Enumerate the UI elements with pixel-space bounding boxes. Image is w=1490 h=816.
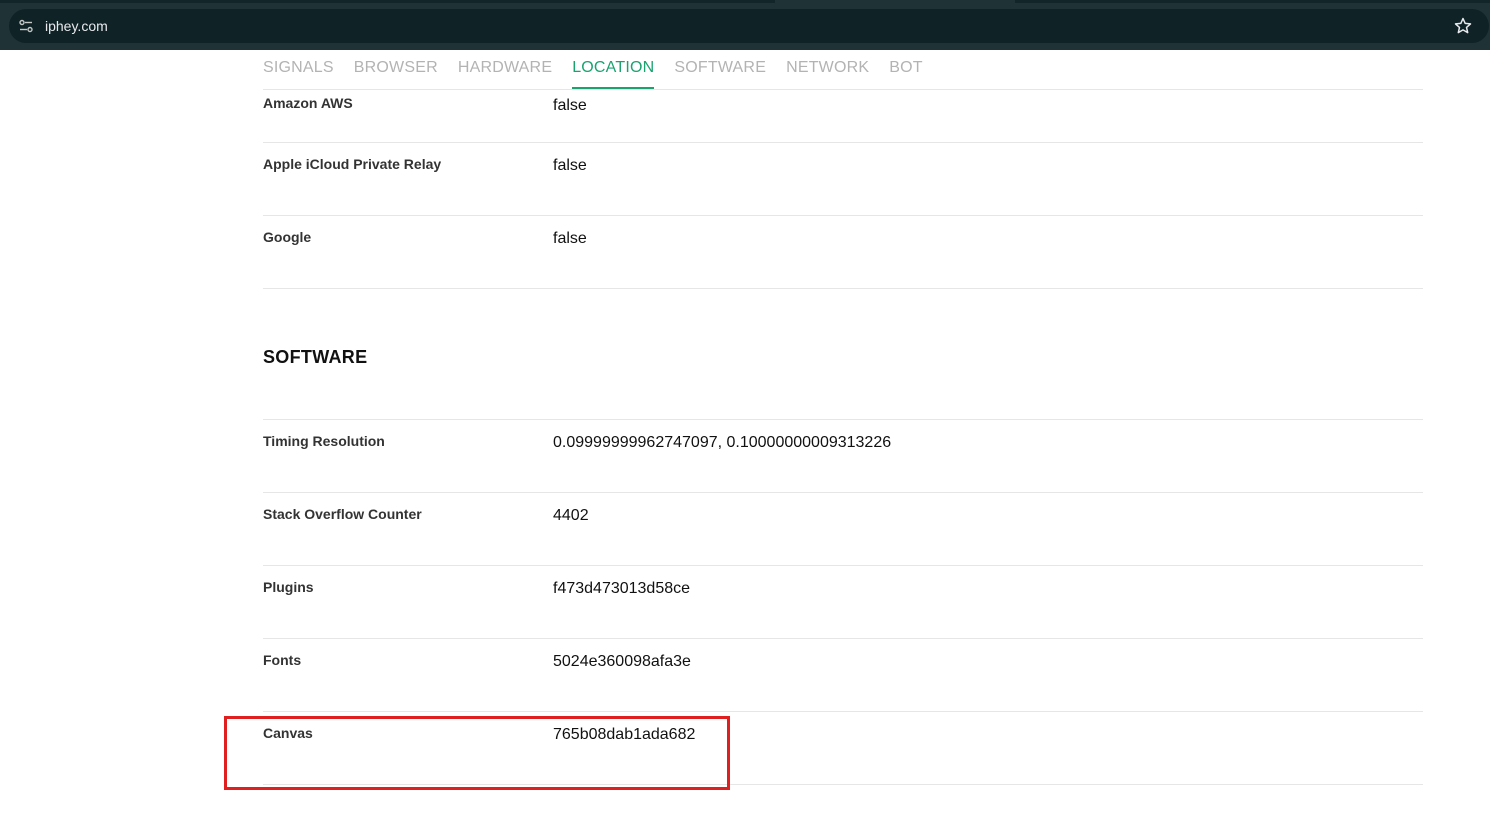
row-value: false — [553, 97, 587, 114]
row-label: Plugins — [263, 579, 314, 595]
category-tabs: SIGNALS BROWSER HARDWARE LOCATION SOFTWA… — [263, 50, 1423, 90]
row-label: Amazon AWS — [263, 95, 353, 111]
row-value: false — [553, 230, 587, 247]
url-text[interactable]: iphey.com — [45, 17, 108, 35]
site-settings-icon[interactable] — [17, 17, 35, 35]
table-row: Fonts 5024e360098afa3e — [263, 639, 1423, 712]
tab-hardware[interactable]: HARDWARE — [458, 50, 552, 88]
tab-browser[interactable]: BROWSER — [354, 50, 438, 88]
row-label: Timing Resolution — [263, 433, 385, 449]
tab-signals[interactable]: SIGNALS — [263, 50, 334, 88]
tab-strip-edge — [1015, 0, 1490, 3]
main-content: SIGNALS BROWSER HARDWARE LOCATION SOFTWA… — [263, 50, 1423, 785]
row-label: Google — [263, 229, 312, 245]
browser-toolbar: iphey.com — [0, 0, 1490, 50]
table-row: Google false — [263, 216, 1423, 289]
star-icon[interactable] — [1453, 16, 1473, 36]
row-value: false — [553, 157, 587, 174]
tab-software[interactable]: SOFTWARE — [674, 50, 766, 88]
highlight-annotation-box — [224, 716, 730, 790]
tab-bot[interactable]: BOT — [889, 50, 923, 88]
row-value: 5024e360098afa3e — [553, 653, 691, 670]
tab-strip-edge — [0, 0, 775, 3]
table-row: Plugins f473d473013d58ce — [263, 566, 1423, 639]
address-bar[interactable]: iphey.com — [9, 9, 1489, 43]
row-value: f473d473013d58ce — [553, 580, 691, 597]
tab-location[interactable]: LOCATION — [572, 50, 655, 89]
table-row: Apple iCloud Private Relay false — [263, 143, 1423, 216]
row-value: 0.09999999962747097, 0.10000000009313226 — [553, 434, 892, 451]
section-title: SOFTWARE — [263, 347, 368, 367]
row-label: Stack Overflow Counter — [263, 506, 422, 522]
table-row: Stack Overflow Counter 4402 — [263, 493, 1423, 566]
table-row: Timing Resolution 0.09999999962747097, 0… — [263, 420, 1423, 493]
row-label: Apple iCloud Private Relay — [263, 156, 442, 172]
row-label: Fonts — [263, 652, 302, 668]
row-value: 4402 — [553, 507, 589, 524]
software-section-header: SOFTWARE — [263, 289, 1423, 420]
table-row: Amazon AWS false — [263, 90, 1423, 143]
tab-network[interactable]: NETWORK — [786, 50, 869, 88]
